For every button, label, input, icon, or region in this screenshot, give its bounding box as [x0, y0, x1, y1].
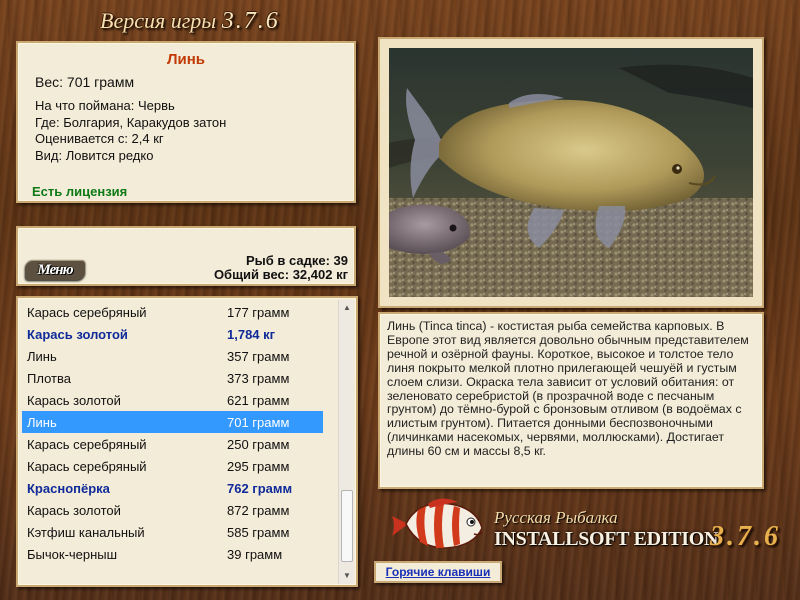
scroll-up-arrow[interactable]: ▲ [339, 300, 355, 316]
list-scrollbar[interactable]: ▲ ▼ [338, 300, 354, 584]
catch-item-weight: 373 грамм [227, 371, 290, 386]
catch-list-item[interactable]: Линь 701 грамм [22, 411, 323, 433]
catch-list-item[interactable]: Карась серебряный 250 грамм [22, 433, 323, 455]
catch-list-item[interactable]: Карась серебряный 177 грамм [22, 301, 323, 323]
fish-info-panel: Линь Вес: 701 грамм На что поймана: Черв… [16, 41, 356, 203]
rarity-line: Вид: Ловится редко [35, 147, 154, 163]
catch-item-weight: 1,784 кг [227, 327, 276, 342]
catch-item-name: Линь [27, 349, 57, 364]
catch-item-weight: 177 грамм [227, 305, 290, 320]
catch-item-weight: 762 грамм [227, 481, 293, 496]
catch-item-weight: 872 грамм [227, 503, 290, 518]
fish-count: Рыб в садке: 39 [245, 253, 348, 268]
catch-item-name: Карась серебряный [27, 459, 147, 474]
fish-name: Линь [166, 51, 206, 68]
catch-item-weight: 357 грамм [227, 349, 290, 364]
catch-item-name: Карась золотой [27, 503, 121, 518]
catch-list-item[interactable]: Карась золотой 872 грамм [22, 499, 323, 521]
scroll-down-arrow[interactable]: ▼ [339, 568, 355, 584]
catch-item-weight: 585 грамм [227, 525, 290, 540]
catch-stats-panel: Меню Рыб в садке: 39 Общий вес: 32,402 к… [16, 226, 356, 286]
game-logo: Русская Рыбалка INSTALLSOFT EDITION 3.7.… [388, 494, 788, 556]
catch-item-weight: 295 грамм [227, 459, 290, 474]
total-weight: Общий вес: 32,402 кг [213, 267, 348, 282]
catch-item-name: Карась серебряный [27, 305, 147, 320]
catch-item-name: Карась золотой [27, 393, 121, 408]
fish-description-panel: Линь (Tinca tinca) - костистая рыба семе… [378, 312, 764, 489]
catch-list-item[interactable]: Карась серебряный 295 грамм [22, 455, 323, 477]
catch-list-item[interactable]: Кэтфиш канальный 585 грамм [22, 521, 323, 543]
value-line: Оценивается с: 2,4 кг [35, 131, 164, 146]
version-number: 3.7.6 [221, 8, 280, 34]
catch-list-item[interactable]: Карась золотой 1,784 кг [22, 323, 323, 345]
catch-item-weight: 701 грамм [227, 415, 290, 430]
scroll-thumb[interactable] [341, 490, 353, 562]
license-status: Есть лицензия [32, 184, 128, 199]
striped-fish-icon [392, 498, 483, 549]
catch-item-name: Плотва [27, 371, 71, 386]
catch-list-item[interactable]: Карась золотой 621 грамм [22, 389, 323, 411]
hotkeys-button[interactable]: Горячие клавиши [374, 561, 502, 583]
catch-item-name: Бычок-черныш [27, 547, 118, 562]
catch-item-name: Линь [27, 415, 57, 430]
logo-subtitle: Русская Рыбалка [494, 508, 618, 527]
catch-item-weight: 250 грамм [227, 437, 290, 452]
fish-photo [389, 48, 753, 297]
fish-description: Линь (Tinca tinca) - костистая рыба семе… [387, 319, 749, 459]
catch-item-name: Карась серебряный [27, 437, 147, 452]
catch-item-name: Карась золотой [27, 327, 128, 342]
version-label: Версия игры [100, 8, 217, 33]
catch-list-item[interactable]: Плотва 373 грамм [22, 367, 323, 389]
fish-details: На что поймана: Червь Где: Болгария, Кар… [35, 98, 226, 164]
catch-item-name: Краснопёрка [27, 481, 110, 496]
fish-weight: Вес: 701 грамм [35, 74, 135, 90]
logo-version: 3.7.6 [710, 521, 781, 552]
menu-button[interactable]: Меню [25, 260, 85, 280]
catch-item-name: Кэтфиш канальный [27, 525, 145, 540]
bait-line: На что поймана: Червь [35, 98, 175, 113]
location-line: Где: Болгария, Каракудов затон [35, 114, 227, 130]
catch-list-item[interactable]: Бычок-черныш 39 грамм [22, 543, 323, 565]
game-version-title: Версия игры 3.7.6 [100, 8, 300, 36]
catch-list-item[interactable]: Краснопёрка 762 грамм [22, 477, 323, 499]
logo-edition: INSTALLSOFT EDITION [494, 528, 719, 550]
catch-list-item[interactable]: Линь 357 грамм [22, 345, 323, 367]
catch-list[interactable]: Карась серебряный 177 грамм Карась золотой… [16, 296, 358, 587]
catch-item-weight: 621 грамм [227, 393, 290, 408]
catch-item-weight: 39 грамм [227, 547, 283, 562]
fish-photo-frame [378, 37, 764, 308]
